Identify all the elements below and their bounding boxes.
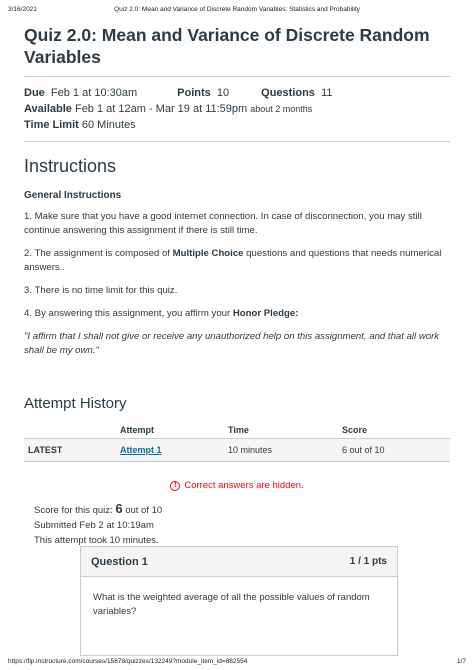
points-label: Points [177, 87, 211, 99]
quiz-meta: Due Feb 1 at 10:30am Points 10 Questions… [24, 77, 450, 141]
divider [24, 141, 450, 142]
column-header-time: Time [224, 422, 338, 439]
general-instructions-heading: General Instructions [24, 190, 122, 201]
questions-label: Questions [261, 87, 315, 99]
instruction-3: 3. There is no time limit for this quiz. [24, 285, 178, 296]
instruction-4-text: 4. By answering this assignment, you aff… [24, 308, 233, 319]
score-label: Score for this quiz: [34, 505, 113, 516]
time-limit-info: Time Limit 60 Minutes [24, 117, 450, 133]
instruction-1: 1. Make sure that you have a good intern… [24, 211, 422, 236]
column-header-blank [24, 422, 116, 439]
answers-hidden-notice: ! Correct answers are hidden. [24, 480, 450, 491]
time-cell: 10 minutes [224, 438, 338, 462]
print-url: https://fip.instructure.com/courses/1587… [8, 658, 248, 665]
due-value: Feb 1 at 10:30am [50, 87, 138, 99]
due-info: Due Feb 1 at 10:30am [24, 85, 137, 101]
points-info: Points 10 [177, 85, 229, 101]
print-title: Quiz 2.0: Mean and Variance of Discrete … [114, 6, 360, 13]
honor-pledge: "I affirm that I shall not give or recei… [24, 330, 450, 358]
available-info: Available Feb 1 at 12am - Mar 19 at 11:5… [24, 101, 450, 117]
warning-icon: ! [170, 480, 181, 491]
time-limit-label: Time Limit [24, 119, 79, 131]
score-summary: Score for this quiz: 6 out of 10 Submitt… [34, 501, 450, 548]
instruction-2-text: 2. The assignment is composed of [24, 248, 173, 259]
attempt-cell: Attempt 1 [116, 438, 224, 462]
honor-pledge-text: "I affirm that I shall not give or recei… [24, 331, 440, 356]
score-total: out of 10 [125, 505, 163, 516]
instruction-4: 4. By answering this assignment, you aff… [24, 307, 450, 321]
score-cell: 6 out of 10 [338, 438, 450, 462]
instruction-2: 2. The assignment is composed of Multipl… [24, 247, 450, 275]
available-label: Available [24, 103, 72, 115]
page-number: 1/7 [456, 658, 466, 665]
score-value: 6 [115, 501, 123, 516]
attempt-history-table: Attempt Time Score LATEST Attempt 1 10 m… [24, 422, 450, 462]
questions-info: Questions 11 [261, 85, 332, 101]
available-note: about 2 months [250, 104, 313, 114]
question-points: 1 / 1 pts [349, 556, 387, 567]
questions-value: 11 [321, 87, 333, 99]
instruction-2-bold: Multiple Choice [172, 248, 244, 259]
time-limit-value: 60 Minutes [81, 119, 136, 131]
column-header-attempt: Attempt [116, 422, 224, 439]
answers-hidden-text: Correct answers are hidden. [184, 480, 304, 491]
column-header-score: Score [338, 422, 450, 439]
quiz-title: Quiz 2.0: Mean and Variance of Discrete … [24, 25, 430, 67]
due-label: Due [24, 87, 45, 99]
question-card: Question 1 1 / 1 pts What is the weighte… [80, 546, 398, 656]
table-row: LATEST Attempt 1 10 minutes 6 out of 10 [24, 438, 450, 462]
submitted-line: Submitted Feb 2 at 10:19am [34, 520, 154, 531]
question-text: What is the weighted average of all the … [93, 592, 370, 617]
attempt-1-link[interactable]: Attempt 1 [120, 445, 162, 455]
points-value: 10 [216, 87, 230, 99]
quiz-content: Quiz 2.0: Mean and Variance of Discrete … [24, 24, 450, 548]
question-header: Question 1 1 / 1 pts [81, 547, 397, 577]
available-value: Feb 1 at 12am - Mar 19 at 11:59pm [74, 103, 248, 115]
score-line: Score for this quiz: 6 out of 10 [34, 501, 450, 518]
question-title: Question 1 [91, 555, 148, 568]
attempt-history-heading: Attempt History [24, 395, 127, 412]
instructions-heading: Instructions [24, 156, 117, 176]
latest-label: LATEST [24, 438, 116, 462]
instruction-4-bold: Honor Pledge: [232, 308, 299, 319]
